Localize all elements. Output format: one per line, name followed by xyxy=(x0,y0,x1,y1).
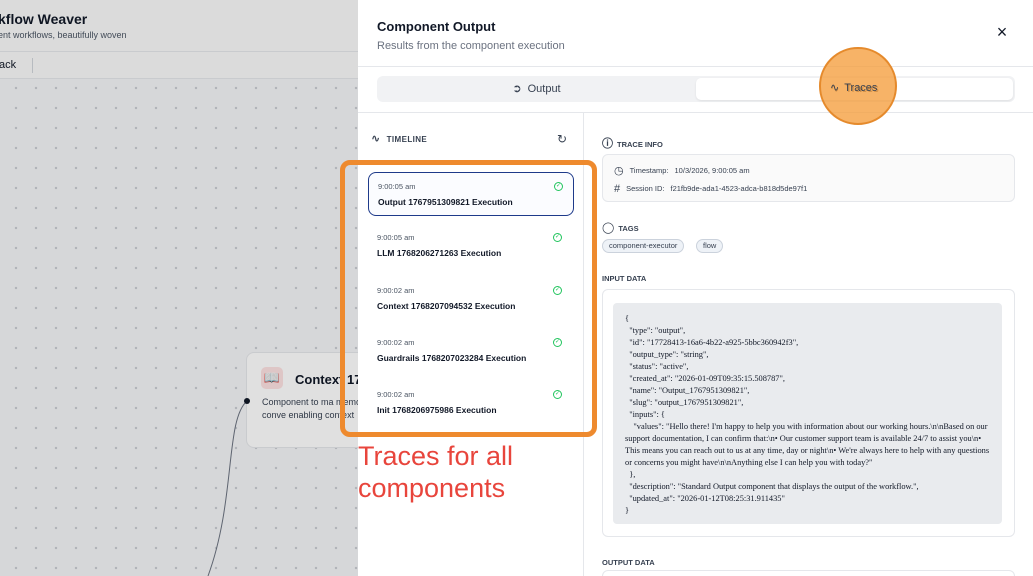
panel-subtitle: Results from the component execution xyxy=(377,40,565,52)
hash-icon: # xyxy=(614,183,621,195)
tags-header: ◯ TAGS xyxy=(602,223,639,234)
tabs-divider xyxy=(358,112,1033,113)
annotation-callout: Traces for all components xyxy=(358,441,514,503)
trace-info-header: ⓘ TRACE INFO xyxy=(602,139,663,150)
highlighted-traces-label: Traces xyxy=(844,82,878,94)
output-icon: ➲ xyxy=(512,82,522,95)
tab-output[interactable]: ➲ Output xyxy=(379,78,694,100)
output-data-header: OUTPUT DATA xyxy=(602,558,655,567)
info-icon: ⓘ xyxy=(602,138,613,150)
timeline-title: TIMELINE xyxy=(386,135,428,144)
workflow-canvas: kflow Weaver ent workflows, beautifully … xyxy=(0,0,358,576)
tag-chip: flow xyxy=(696,239,724,253)
timeline-header: ∿ TIMELINE xyxy=(371,134,427,145)
refresh-icon[interactable]: ↻ xyxy=(555,132,569,146)
close-icon[interactable]: × xyxy=(992,22,1012,42)
highlight-rectangle xyxy=(340,160,597,437)
modal-overlay[interactable] xyxy=(0,0,358,576)
tag-icon: ◯ xyxy=(602,222,615,234)
header-divider xyxy=(358,66,1033,67)
tag-chip: component-executor xyxy=(602,239,685,253)
activity-icon: ∿ xyxy=(830,81,840,94)
session-label: Session ID: xyxy=(626,184,665,193)
session-row: # Session ID: f21fb9de-ada1-4523-adca-b8… xyxy=(614,184,807,195)
session-value: f21fb9de-ada1-4523-adca-b818d5de97f1 xyxy=(670,184,808,193)
highlighted-traces-tab[interactable]: ∿ Traces xyxy=(830,82,877,94)
tab-list: ➲ Output ∿ Traces xyxy=(377,76,1015,102)
input-data-header: INPUT DATA xyxy=(602,274,646,283)
input-data-json[interactable]: { "type": "output", "id": "17728413-16a6… xyxy=(613,303,1002,524)
timestamp-value: 10/3/2026, 9:00:05 am xyxy=(674,166,750,175)
timestamp-row: ◷ Timestamp: 10/3/2026, 9:00:05 am xyxy=(614,166,750,177)
panel-title: Component Output xyxy=(377,19,496,34)
tab-output-label: Output xyxy=(527,83,561,95)
input-data-box: { "type": "output", "id": "17728413-16a6… xyxy=(602,289,1015,537)
timestamp-label: Timestamp: xyxy=(629,166,669,175)
trace-info-box: ◷ Timestamp: 10/3/2026, 9:00:05 am # Ses… xyxy=(602,154,1015,202)
output-data-title: OUTPUT DATA xyxy=(602,558,655,567)
trace-info-title: TRACE INFO xyxy=(617,140,663,149)
output-data-box xyxy=(602,570,1015,576)
input-data-title: INPUT DATA xyxy=(602,274,647,283)
tags-title: TAGS xyxy=(618,224,639,233)
clock-icon: ◷ xyxy=(614,165,624,177)
activity-icon: ∿ xyxy=(371,133,381,145)
